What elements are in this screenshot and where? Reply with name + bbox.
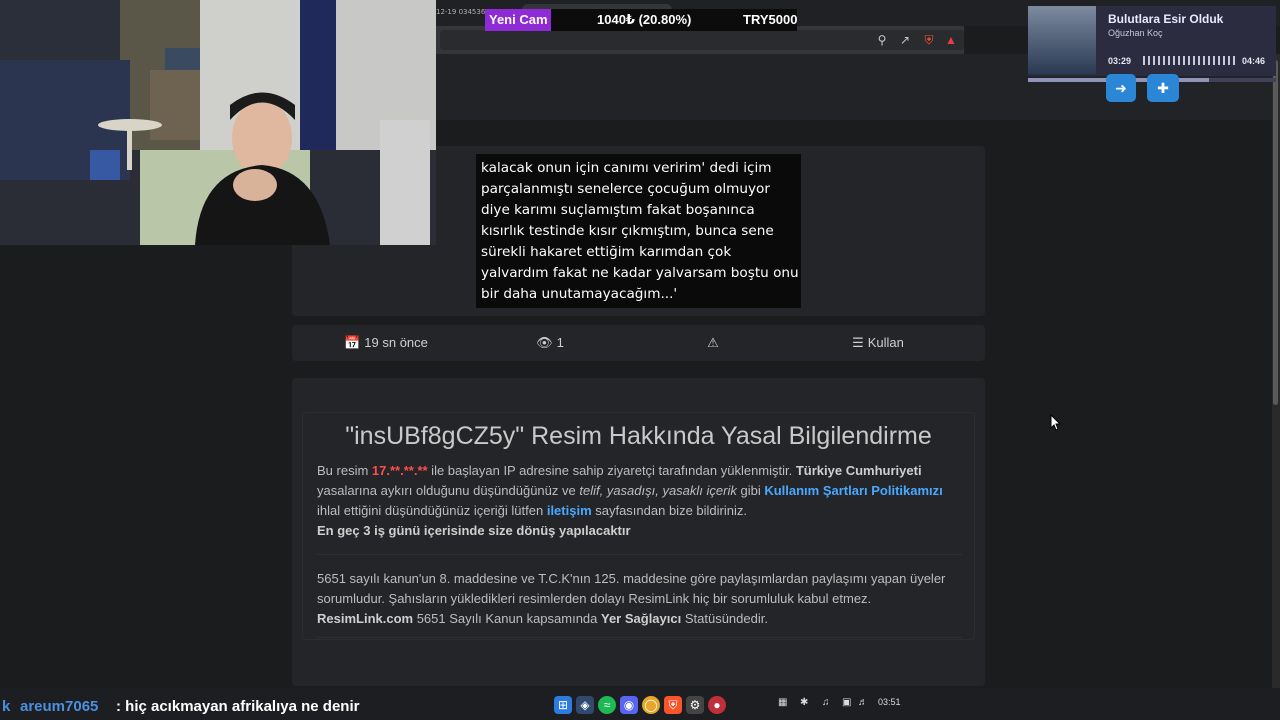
ticker-value: 1040₺ (20.80%)	[597, 12, 692, 27]
legal-text: Statüsündedir.	[681, 611, 768, 626]
album-cover	[1028, 6, 1096, 74]
divider	[317, 554, 962, 555]
brave-icon[interactable]: ⛨	[664, 696, 682, 714]
legal-response-time: En geç 3 iş günü içerisinde size dönüş y…	[317, 523, 631, 538]
share-icon[interactable]: ↗	[897, 32, 913, 48]
windows-start-icon[interactable]: ⊞	[554, 696, 572, 714]
add-user-icon[interactable]: ✚	[1147, 74, 1179, 102]
sliders-icon: ☰	[852, 335, 864, 350]
calendar-icon: 📅	[344, 335, 361, 350]
webcam-feed	[0, 0, 436, 245]
legal-text: Bu resim	[317, 463, 372, 478]
brave-shield-icon[interactable]: ⛨	[921, 32, 937, 48]
webcam-overlay	[0, 0, 436, 245]
tray-bluetooth-icon[interactable]: ✱	[800, 697, 808, 708]
terms-link[interactable]: Kullanım Şartları Politikamızı	[764, 483, 942, 498]
eye-icon: 👁	[536, 335, 553, 350]
legal-emphasis: Türkiye Cumhuriyeti	[795, 463, 922, 478]
provider-role: Yer Sağlayıcı	[601, 611, 682, 626]
legal-paragraph-2: 5651 sayılı kanun'un 8. maddesine ve T.C…	[317, 569, 967, 629]
legal-text: 5651 sayılı kanun'un 8. maddesine ve T.C…	[317, 571, 946, 606]
elapsed-time: 03:29	[1108, 56, 1132, 66]
song-title: Bulutlara Esir Olduk	[1108, 12, 1224, 26]
song-artist: Oğuzhan Koç	[1108, 28, 1163, 38]
chat-message: : hiç acıkmayan afrikalıya ne denir	[116, 698, 360, 715]
taskbar-clock[interactable]: 03:51	[878, 697, 901, 707]
legal-text: ile başlayan IP adresine sahip ziyaretçi…	[427, 463, 796, 478]
ticker-target: TRY5000	[743, 12, 798, 27]
chrome-icon[interactable]: ◯	[642, 696, 660, 714]
report-icon[interactable]: ⚠	[700, 325, 726, 361]
chat-prefix: k	[2, 698, 11, 715]
legal-title: "insUBf8gCZ5y" Resim Hakkında Yasal Bilg…	[345, 422, 932, 450]
zoom-icon[interactable]: ⚲	[874, 32, 890, 48]
use-button-label: Kullan	[867, 335, 904, 350]
view-count: 👁 1	[520, 325, 580, 361]
brave-rewards-icon[interactable]: ▲	[943, 32, 959, 48]
use-button[interactable]: ☰ Kullan	[840, 325, 916, 361]
legal-text: sayfasından bize bildiriniz.	[591, 503, 747, 518]
chat-username: areum7065	[20, 698, 99, 715]
image-caption-text: kalacak onun için canımı veririm' dedi i…	[481, 160, 799, 302]
upload-time: 📅 19 sn önce	[330, 325, 442, 361]
legal-paragraph-1: Bu resim 17.**.**.** ile başlayan IP adr…	[317, 461, 967, 541]
tab-timestamp: 12-19 034536	[436, 8, 486, 16]
app-icon[interactable]: ◈	[576, 696, 594, 714]
legal-text: gibi	[736, 483, 765, 498]
total-time: 04:46	[1242, 56, 1266, 66]
contact-link[interactable]: iletişim	[547, 503, 592, 518]
tray-apps-icon[interactable]: ▦	[778, 697, 787, 708]
mouse-cursor-icon	[1050, 414, 1062, 431]
legal-text: yasalarına aykırı olduğunu düşündüğünüz …	[317, 483, 580, 498]
ip-prefix: 17.**.**.**	[371, 463, 428, 478]
scrollbar-thumb[interactable]	[1273, 60, 1278, 405]
view-count-text: 1	[556, 335, 564, 350]
discord-icon[interactable]: ◉	[620, 696, 638, 714]
app-icon-red[interactable]: ●	[708, 696, 726, 714]
spotify-icon[interactable]: ≈	[598, 696, 616, 714]
ticker-name: Yeni Cam	[485, 9, 551, 31]
legal-text: 5651 Sayılı Kanun kapsamında	[413, 611, 601, 626]
volume-icon[interactable]: ♬	[858, 697, 868, 708]
upload-time-text: 19 sn önce	[364, 335, 428, 350]
legal-text: ihlal ettiğini düşündüğünüz içeriği lütf…	[317, 503, 547, 518]
site-name: ResimLink.com	[317, 611, 414, 626]
microphone-icon[interactable]: ♫	[822, 697, 830, 708]
login-icon[interactable]: ➜	[1106, 74, 1136, 102]
network-icon[interactable]: ▣	[842, 697, 851, 708]
settings-icon[interactable]: ⚙	[686, 696, 704, 714]
legal-italic: telif, yasadışı, yasaklı içerik	[579, 483, 737, 498]
divider	[317, 637, 962, 638]
waveform	[1143, 56, 1235, 65]
